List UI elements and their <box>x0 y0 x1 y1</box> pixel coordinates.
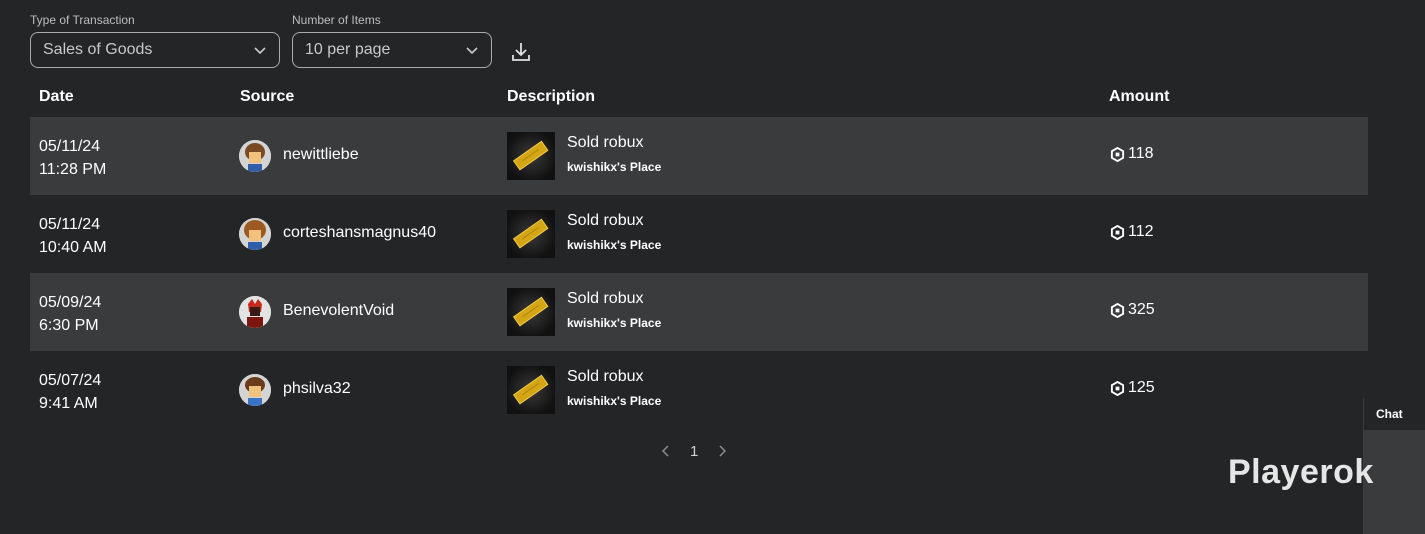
items-per-page-select[interactable]: 10 per page <box>292 32 492 68</box>
avatar[interactable] <box>239 218 271 250</box>
time-text: 11:28 PM <box>39 161 107 178</box>
chevron-left-icon[interactable] <box>660 444 672 458</box>
description-title: Sold robux <box>567 212 644 229</box>
description-place[interactable]: kwishikx's Place <box>567 160 661 174</box>
item-thumbnail <box>507 366 555 414</box>
table-row: 05/09/24 6:30 PM BenevolentVoid Sold rob… <box>30 273 1368 351</box>
table-row: 05/11/24 11:28 PM newittliebe Sold robux… <box>30 117 1368 195</box>
column-header-amount: Amount <box>1109 88 1170 105</box>
column-header-date: Date <box>39 88 74 105</box>
pagination: 1 <box>660 440 728 462</box>
description-place[interactable]: kwishikx's Place <box>567 394 661 408</box>
transaction-type-select[interactable]: Sales of Goods <box>30 32 280 68</box>
robux-icon <box>1110 380 1125 396</box>
current-page[interactable]: 1 <box>690 443 698 460</box>
time-text: 10:40 AM <box>39 239 107 256</box>
chevron-down-icon <box>466 47 478 55</box>
item-thumbnail <box>507 210 555 258</box>
date-cell: 05/07/24 9:41 AM <box>39 369 101 415</box>
column-header-description: Description <box>507 88 596 105</box>
date-cell: 05/11/24 11:28 PM <box>39 135 106 181</box>
robux-icon <box>1110 146 1125 162</box>
chevron-right-icon[interactable] <box>716 444 728 458</box>
table-row: 05/07/24 9:41 AM phsilva32 Sold robux kw… <box>30 351 1368 429</box>
source-username[interactable]: phsilva32 <box>283 380 351 398</box>
date-text: 05/09/24 <box>39 294 102 311</box>
amount-value: 125 <box>1128 379 1155 396</box>
description-title: Sold robux <box>567 368 644 385</box>
items-per-page-value: 10 per page <box>305 41 391 58</box>
transaction-type-label: Type of Transaction <box>30 13 135 27</box>
item-thumbnail <box>507 288 555 336</box>
amount-cell: 112 <box>1110 223 1154 241</box>
column-header-source: Source <box>240 88 295 105</box>
description-title: Sold robux <box>567 134 644 151</box>
watermark-logo: Playerok <box>1228 453 1374 491</box>
description-place[interactable]: kwishikx's Place <box>567 238 661 252</box>
source-username[interactable]: corteshansmagnus40 <box>283 224 436 242</box>
date-text: 05/07/24 <box>39 372 102 389</box>
amount-value: 112 <box>1128 223 1154 240</box>
date-text: 05/11/24 <box>39 138 101 155</box>
item-thumbnail <box>507 132 555 180</box>
download-icon[interactable] <box>510 40 532 64</box>
source-username[interactable]: BenevolentVoid <box>283 302 394 320</box>
table-row: 05/11/24 10:40 AM corteshansmagnus40 Sol… <box>30 195 1368 273</box>
items-per-page-label: Number of Items <box>292 13 381 27</box>
description-place[interactable]: kwishikx's Place <box>567 316 661 330</box>
time-text: 6:30 PM <box>39 317 99 334</box>
amount-cell: 118 <box>1110 145 1154 163</box>
amount-value: 118 <box>1128 145 1154 162</box>
source-username[interactable]: newittliebe <box>283 146 359 164</box>
time-text: 9:41 AM <box>39 395 98 412</box>
transaction-type-value: Sales of Goods <box>43 41 153 58</box>
avatar[interactable] <box>239 140 271 172</box>
description-title: Sold robux <box>567 290 644 307</box>
avatar[interactable] <box>239 296 271 328</box>
date-cell: 05/09/24 6:30 PM <box>39 291 101 337</box>
amount-cell: 325 <box>1110 301 1155 319</box>
robux-icon <box>1110 302 1125 318</box>
table-header: Date Source Description Amount <box>30 86 1368 108</box>
amount-cell: 125 <box>1110 379 1155 397</box>
avatar[interactable] <box>239 374 271 406</box>
date-cell: 05/11/24 10:40 AM <box>39 213 107 259</box>
date-text: 05/11/24 <box>39 216 101 233</box>
robux-icon <box>1110 224 1125 240</box>
chevron-down-icon <box>254 47 266 55</box>
chat-label[interactable]: Chat <box>1363 398 1425 430</box>
amount-value: 325 <box>1128 301 1155 318</box>
